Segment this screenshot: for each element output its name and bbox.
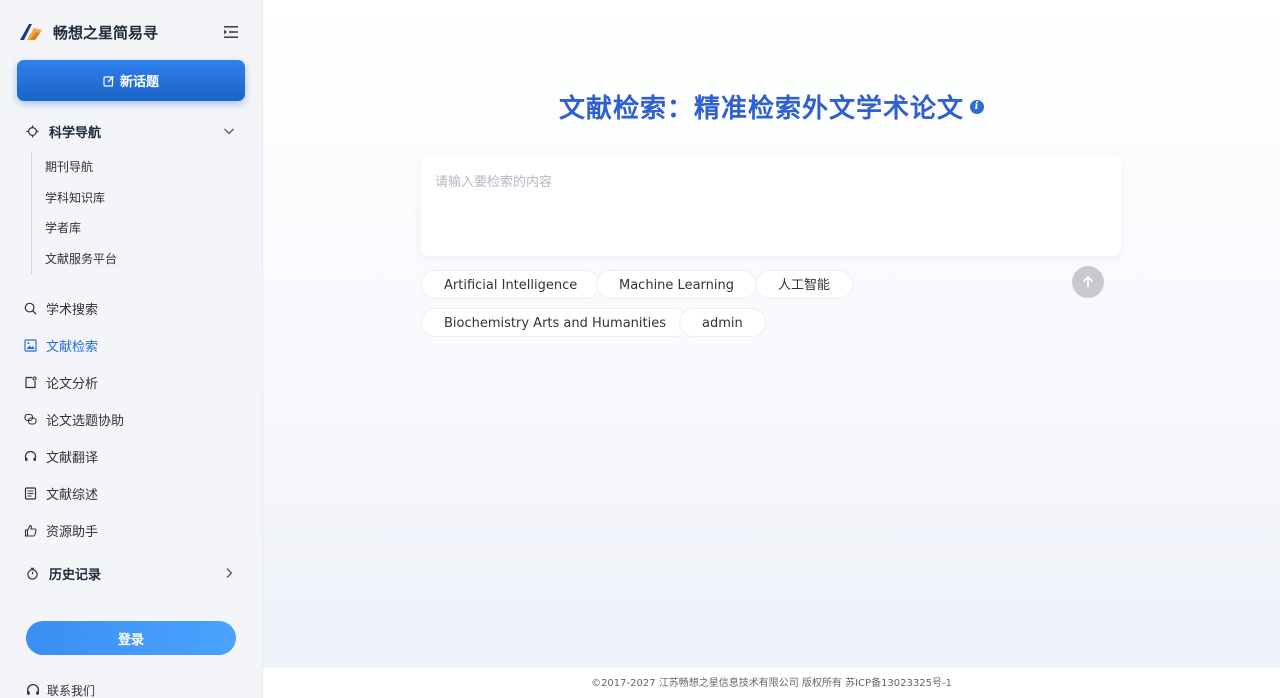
sidebar-item-topic-assistance[interactable]: 论文选题协助: [24, 408, 238, 430]
login-button[interactable]: 登录: [26, 621, 236, 655]
headset-icon: [24, 450, 37, 461]
suggestion-chip[interactable]: admin: [679, 308, 766, 337]
sidebar-item-label: 论文选题协助: [46, 413, 125, 429]
main-content: 文献检索：精准检索外文学术论文 i Artificial Intelligence…: [263, 0, 1280, 668]
sidebar-item-resource-assistant[interactable]: 资源助手: [24, 519, 238, 541]
chevron-right-icon: [226, 568, 233, 578]
headset-icon: [26, 684, 40, 695]
edit-icon: [103, 75, 114, 87]
sidebar: 畅想之星简易寻 新话题 科学导航 期刊导航 学科知识库 学者库 文献服务平台 学…: [0, 0, 263, 698]
sidebar-item-paper-analysis[interactable]: 论文分析: [24, 371, 238, 393]
menu-collapse-icon: [224, 26, 238, 38]
login-label: 登录: [117, 632, 144, 648]
history-label: 历史记录: [49, 567, 102, 583]
brand-title: 畅想之星简易寻: [53, 23, 159, 42]
sidebar-item-label: 文献综述: [46, 487, 99, 503]
footer: ©2017-2027 江苏畅想之星信息技术有限公司 版权所有 苏ICP备1302…: [263, 668, 1280, 698]
new-topic-button[interactable]: 新话题: [17, 60, 245, 101]
sidebar-item-literature-review[interactable]: 文献综述: [24, 482, 238, 504]
subnav-item-subject-knowledge-base[interactable]: 学科知识库: [32, 183, 231, 214]
suggestion-chip[interactable]: 人工智能: [755, 270, 854, 299]
subnav-item-scholar-library[interactable]: 学者库: [32, 213, 231, 244]
sidebar-item-label: 文献检索: [46, 339, 99, 355]
sidebar-item-label: 学术搜索: [46, 302, 99, 318]
page-title-text: 文献检索：精准检索外文学术论文: [558, 94, 964, 124]
suggestion-chip[interactable]: Artificial Intelligence: [421, 270, 601, 299]
send-button[interactable]: [1072, 266, 1104, 298]
copyright-text: ©2017-2027 江苏畅想之星信息技术有限公司 版权所有 苏ICP备1302…: [591, 678, 952, 689]
nav-group-science-navigation[interactable]: 科学导航: [26, 120, 240, 142]
science-subnav: 期刊导航 学科知识库 学者库 文献服务平台: [31, 152, 231, 274]
list-document-icon: [24, 486, 37, 500]
image-icon: [24, 338, 37, 352]
nav-group-history[interactable]: 历史记录: [26, 562, 240, 584]
new-topic-label: 新话题: [119, 75, 159, 90]
chevron-down-icon: [224, 128, 234, 135]
subnav-item-literature-service-platform[interactable]: 文献服务平台: [32, 244, 231, 275]
page-title: 文献检索：精准检索外文学术论文 i: [263, 88, 1280, 125]
search-input[interactable]: [421, 155, 1121, 256]
document-icon: [25, 375, 37, 388]
compass-icon: [26, 124, 39, 138]
search-icon: [24, 302, 37, 314]
sidebar-item-label: 资源助手: [46, 524, 99, 540]
sidebar-item-literature-translation[interactable]: 文献翻译: [24, 445, 238, 467]
contact-us-link[interactable]: 联系我们: [26, 681, 95, 698]
nav-group-label: 科学导航: [49, 125, 102, 141]
collapse-sidebar-button[interactable]: [222, 23, 240, 41]
sidebar-item-label: 论文分析: [46, 376, 99, 392]
sidebar-item-academic-search[interactable]: 学术搜索: [24, 297, 238, 319]
brand: 畅想之星简易寻: [18, 20, 246, 44]
suggestion-chip[interactable]: Biochemistry Arts and Humanities: [421, 308, 689, 337]
contact-us-label: 联系我们: [47, 683, 96, 698]
arrow-up-icon: [1082, 275, 1094, 288]
subnav-item-journal-navigation[interactable]: 期刊导航: [32, 152, 231, 183]
stopwatch-icon: [27, 567, 38, 580]
info-icon[interactable]: i: [970, 99, 984, 114]
suggestion-chip[interactable]: Machine Learning: [596, 270, 757, 299]
thumbs-up-icon: [24, 524, 37, 537]
chat-bubbles-icon: [24, 413, 37, 425]
brand-logo-icon: [18, 22, 44, 42]
sidebar-item-literature-search[interactable]: 文献检索: [24, 334, 238, 356]
sidebar-item-label: 文献翻译: [46, 450, 99, 466]
